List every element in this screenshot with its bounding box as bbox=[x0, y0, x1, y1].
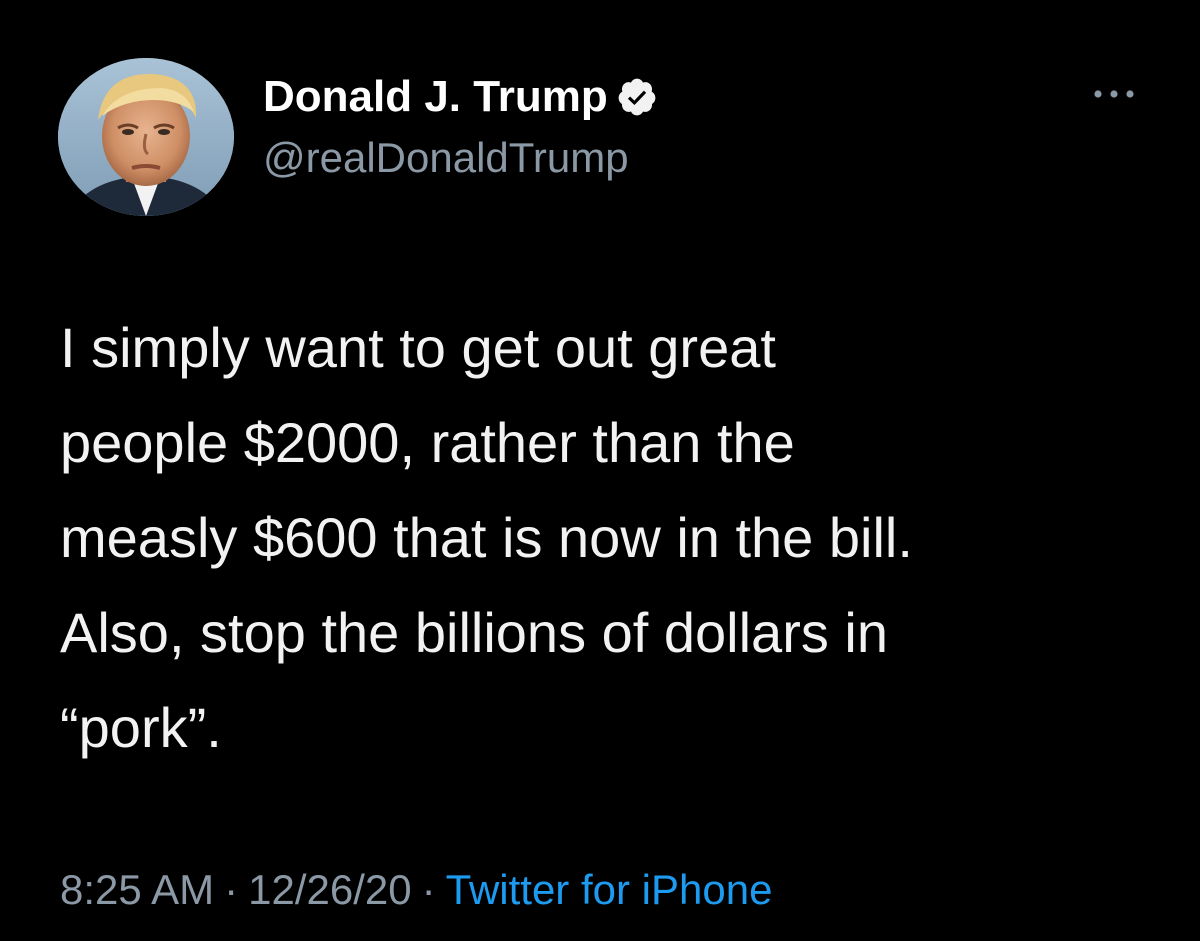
more-options-icon[interactable] bbox=[1090, 84, 1138, 104]
tweet-text-line: measly $600 that is now in the bill. bbox=[60, 506, 913, 569]
tweet-text-line: Also, stop the billions of dollars in bbox=[60, 601, 888, 664]
tweet-text-line: “pork”. bbox=[60, 696, 222, 759]
tweet-date[interactable]: 12/26/20 bbox=[248, 866, 412, 913]
author-block: Donald J. Trump @realDonaldTrump bbox=[263, 66, 658, 186]
tweet-card: Donald J. Trump @realDonaldTrump I simpl… bbox=[0, 0, 1200, 941]
meta-separator: · bbox=[224, 866, 239, 913]
tweet-text: I simply want to get out great people $2… bbox=[60, 300, 1170, 775]
tweet-text-line: I simply want to get out great bbox=[60, 316, 776, 379]
meta-separator: · bbox=[421, 866, 436, 913]
user-handle[interactable]: @realDonaldTrump bbox=[263, 130, 658, 186]
tweet-time[interactable]: 8:25 AM bbox=[60, 866, 214, 913]
avatar-image bbox=[58, 58, 234, 216]
verified-badge-icon bbox=[616, 76, 658, 118]
display-name[interactable]: Donald J. Trump bbox=[263, 66, 608, 128]
tweet-source-link[interactable]: Twitter for iPhone bbox=[446, 866, 773, 913]
tweet-text-line: people $2000, rather than the bbox=[60, 411, 795, 474]
avatar[interactable] bbox=[58, 58, 234, 216]
tweet-metadata: 8:25 AM · 12/26/20 · Twitter for iPhone bbox=[60, 862, 772, 918]
name-row: Donald J. Trump bbox=[263, 66, 658, 128]
